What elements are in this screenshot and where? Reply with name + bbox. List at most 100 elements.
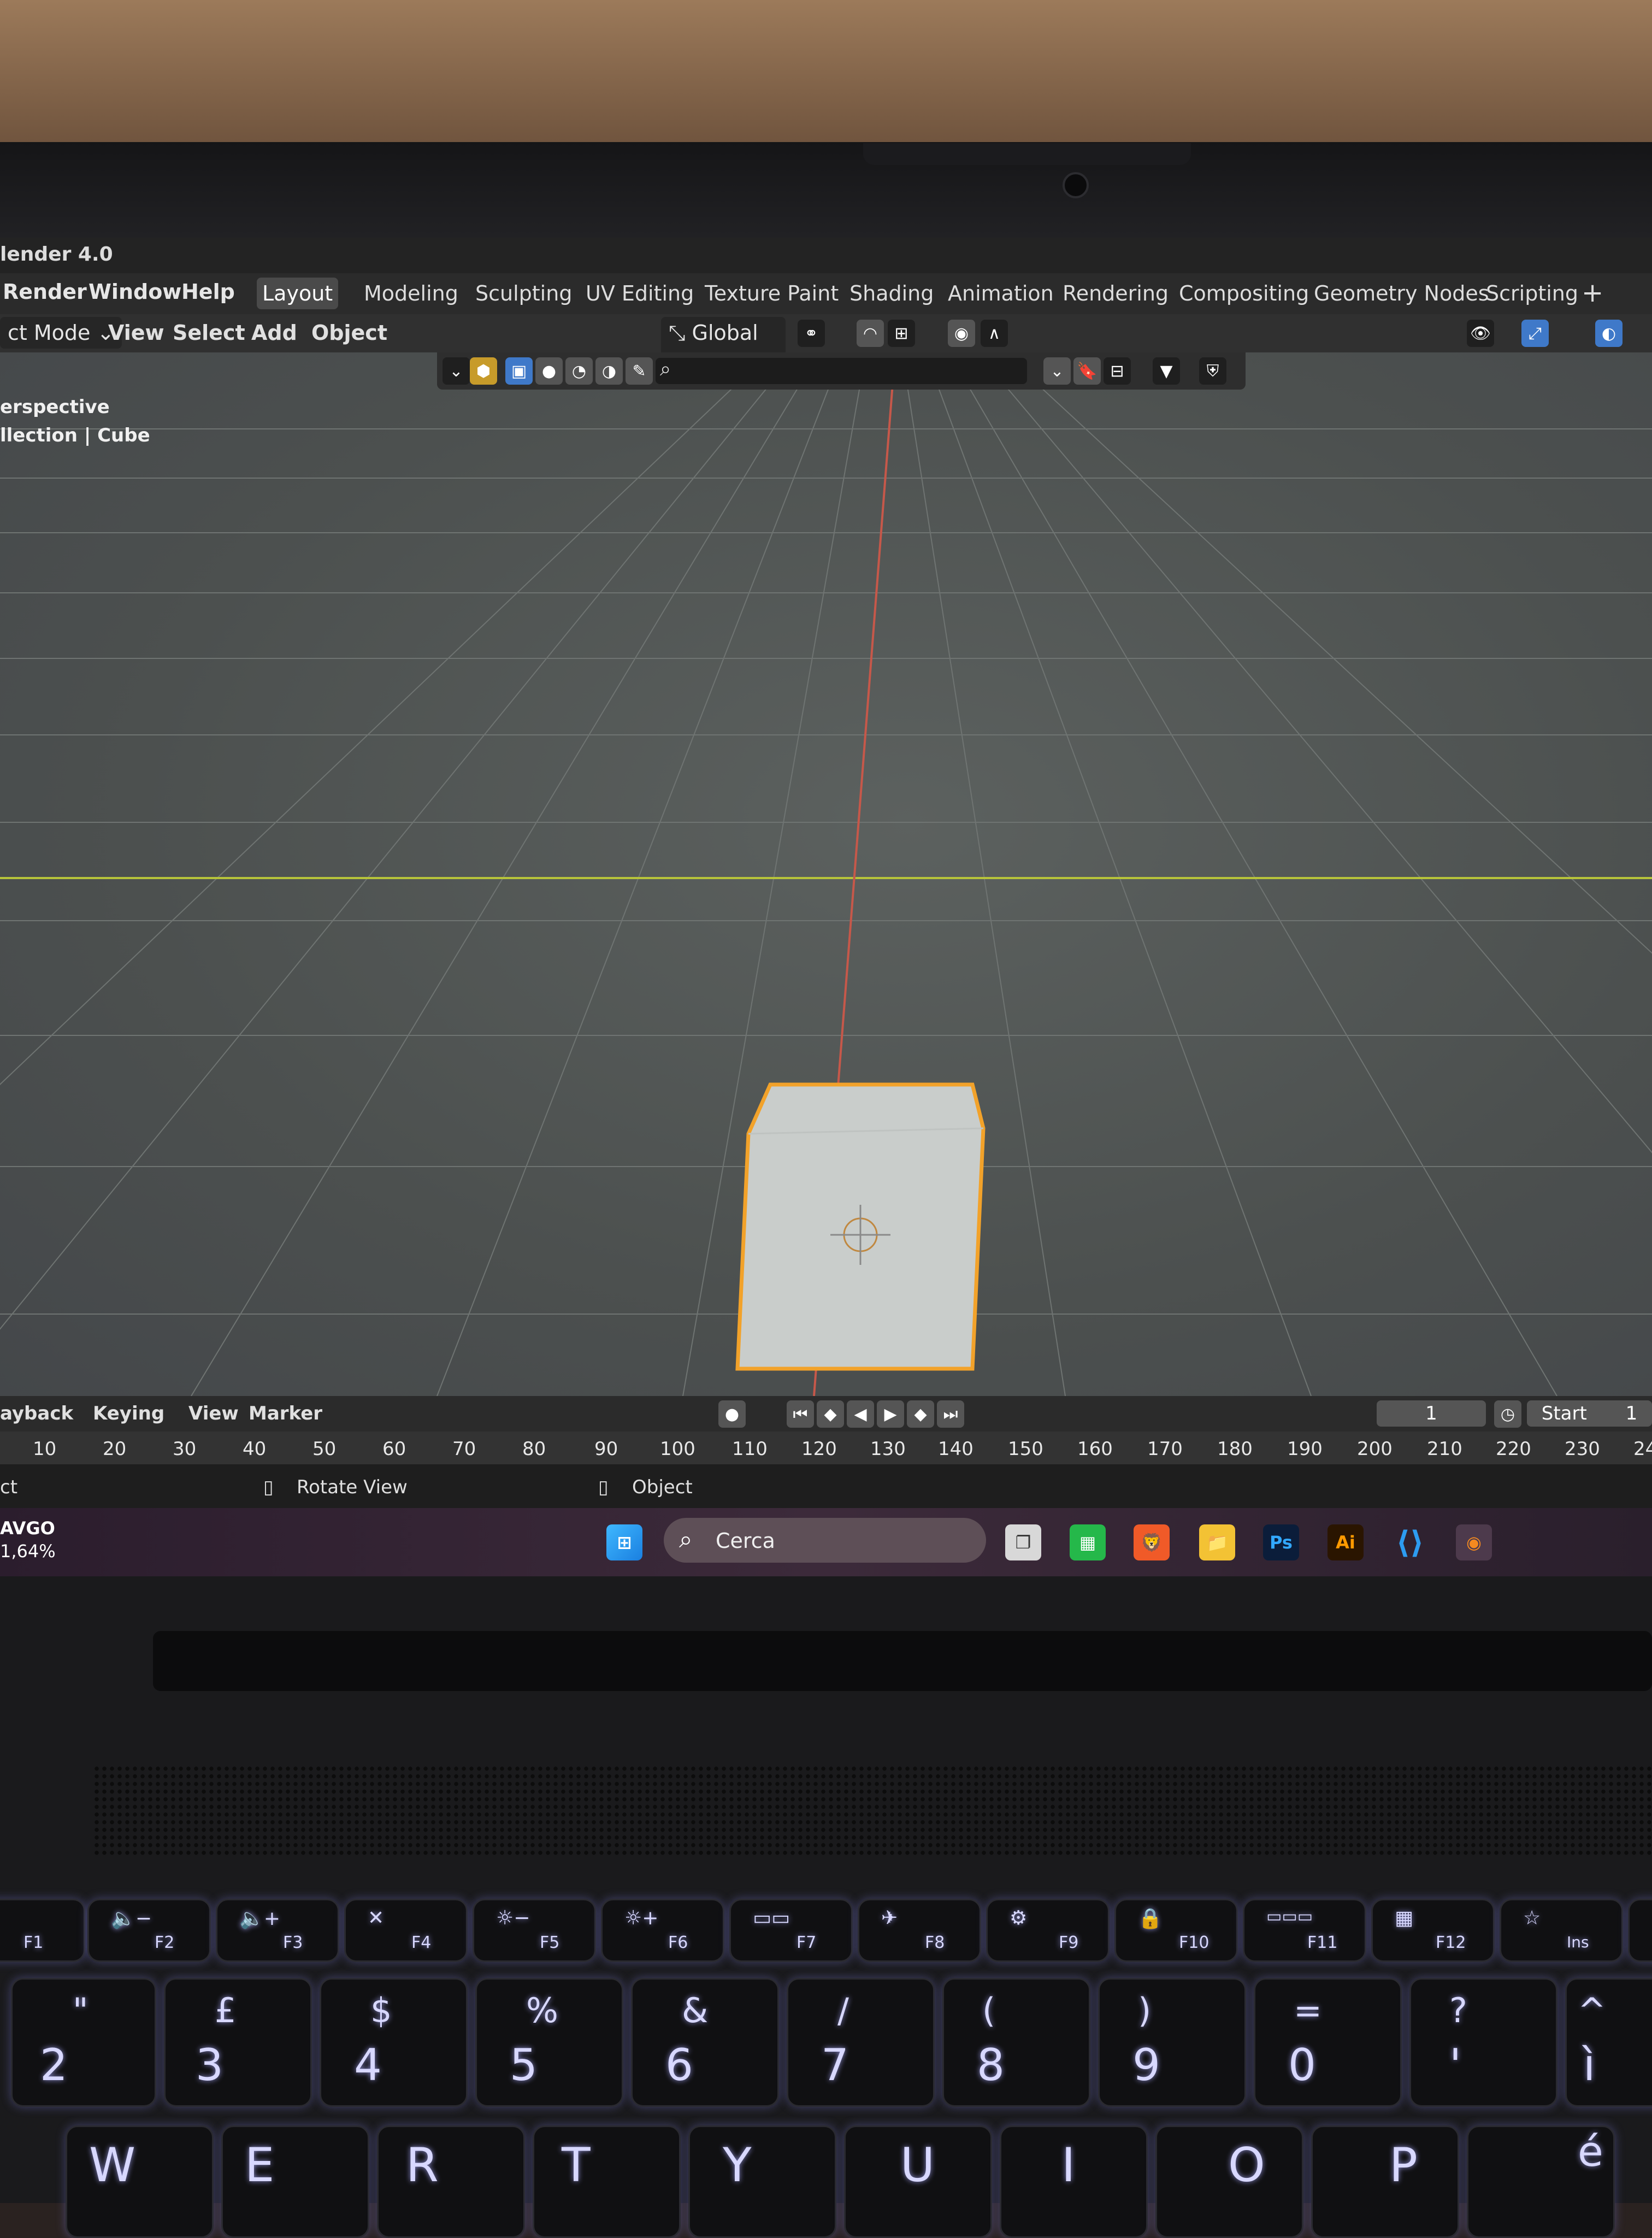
key-f3[interactable]: 🔈+ F3 (216, 1899, 339, 1962)
key-0[interactable]: = 0 (1254, 1978, 1402, 2107)
search-input[interactable]: ⌕ (656, 358, 1027, 384)
key-ins[interactable]: ☆ Ins (1500, 1899, 1623, 1962)
key-3[interactable]: £ 3 (164, 1978, 312, 2107)
menu-select[interactable]: Select (173, 321, 245, 345)
object-type-icon[interactable]: ⬢ (470, 357, 497, 385)
tab-texture-paint[interactable]: Texture Paint (699, 278, 844, 309)
tab-rendering[interactable]: Rendering (1057, 278, 1174, 309)
key-f12[interactable]: ▦ F12 (1371, 1899, 1495, 1962)
record-icon[interactable]: ● (718, 1400, 746, 1428)
key-f1[interactable]: F1 (0, 1899, 85, 1962)
pivot-icon[interactable]: ⚭ (798, 320, 825, 347)
add-workspace-button[interactable]: + (1582, 278, 1603, 308)
key-8[interactable]: ( 8 (942, 1978, 1090, 2107)
snap-target-icon[interactable]: ⊞ (888, 320, 915, 347)
tab-layout[interactable]: Layout (257, 278, 339, 309)
key-i[interactable]: I (1000, 2125, 1148, 2238)
snap-icon[interactable]: ◠ (857, 320, 884, 347)
hierarchy-icon[interactable]: ⊟ (1104, 357, 1131, 385)
key-f5[interactable]: ☼− F5 (473, 1899, 596, 1962)
task-view-icon[interactable]: ❐ (1005, 1524, 1041, 1560)
shading-material-icon[interactable]: ◔ (565, 357, 593, 385)
key-y[interactable]: Y (688, 2125, 836, 2238)
filter-restrict-icon[interactable]: ⌄ (1043, 357, 1071, 385)
filter-icon[interactable]: ▼ (1153, 357, 1180, 385)
key-e-acute[interactable]: é (1467, 2125, 1615, 2238)
select-box-icon[interactable]: ▣ (505, 357, 533, 385)
blender-icon[interactable]: ◉ (1456, 1524, 1492, 1560)
key-f6[interactable]: ☼+ F6 (601, 1899, 724, 1962)
key-apostrophe[interactable]: ? ' (1409, 1978, 1557, 2107)
proportional-edit-icon[interactable]: ◉ (948, 320, 975, 347)
shading-render-icon[interactable]: ◑ (595, 357, 623, 385)
key-6[interactable]: & 6 (631, 1978, 779, 2107)
chevron-down-icon[interactable]: ⌄ (442, 357, 470, 385)
tab-modeling[interactable]: Modeling (358, 278, 464, 309)
falloff-icon[interactable]: ∧ (981, 320, 1008, 347)
taskbar-search[interactable]: ⌕ Cerca (664, 1518, 986, 1563)
visibility-icon[interactable]: 👁 (1467, 320, 1494, 347)
windows-start-icon[interactable]: ⊞ (606, 1524, 642, 1560)
brush-icon[interactable]: ✎ (626, 357, 653, 385)
menu-add[interactable]: Add (251, 321, 297, 345)
jump-end-icon[interactable]: ⏭ (937, 1400, 964, 1428)
tab-sculpting[interactable]: Sculpting (470, 278, 577, 309)
tab-shading[interactable]: Shading (844, 278, 939, 309)
key-partial[interactable] (1628, 1899, 1652, 1962)
key-o[interactable]: O (1155, 2125, 1303, 2238)
menu-timeline-view[interactable]: View (188, 1403, 239, 1424)
menu-window[interactable]: Window (88, 280, 181, 304)
menu-view[interactable]: View (108, 321, 164, 345)
illustrator-icon[interactable]: Ai (1328, 1524, 1364, 1560)
key-i-grave[interactable]: ^ ì (1565, 1978, 1652, 2107)
key-f10[interactable]: 🔒 F10 (1114, 1899, 1238, 1962)
vscode-icon[interactable]: ⟨⟩ (1392, 1524, 1428, 1560)
key-2[interactable]: " 2 (11, 1978, 156, 2107)
clock-icon[interactable]: ◷ (1494, 1400, 1521, 1428)
cube[interactable] (716, 1063, 989, 1391)
key-f7[interactable]: ▭▭ F7 (729, 1899, 853, 1962)
key-r[interactable]: R (377, 2125, 525, 2238)
menu-help[interactable]: Help (181, 280, 235, 304)
menu-keying[interactable]: Keying (93, 1403, 164, 1424)
stock-ticker[interactable]: AVGO (0, 1518, 55, 1539)
mode-selector[interactable]: ct Mode ⌄ (0, 317, 122, 349)
overlay-icon[interactable]: ◐ (1595, 320, 1622, 347)
key-f2[interactable]: 🔈− F2 (87, 1899, 211, 1962)
tab-uv-editing[interactable]: UV Editing (580, 278, 699, 309)
bookmark-icon[interactable]: 🔖 (1073, 357, 1101, 385)
tab-scripting[interactable]: Scripting (1480, 278, 1584, 309)
file-explorer-icon[interactable]: 📁 (1199, 1524, 1235, 1560)
menu-render[interactable]: Render (3, 280, 87, 304)
key-u[interactable]: U (844, 2125, 992, 2238)
shield-icon[interactable]: ⛨ (1199, 357, 1226, 385)
key-f4[interactable]: ✕ F4 (344, 1899, 468, 1962)
menu-playback[interactable]: ayback (0, 1403, 73, 1424)
gizmo-icon[interactable]: ⤢ (1521, 320, 1549, 347)
widgets-app-icon[interactable]: ▦ (1070, 1524, 1106, 1560)
start-frame-field[interactable]: Start 1 (1527, 1400, 1652, 1427)
key-7[interactable]: / 7 (787, 1978, 935, 2107)
menu-object[interactable]: Object (311, 321, 387, 345)
key-p[interactable]: P (1311, 2125, 1459, 2238)
next-keyframe-icon[interactable]: ◆ (907, 1400, 934, 1428)
jump-start-icon[interactable]: ⏮ (787, 1400, 814, 1428)
key-9[interactable]: ) 9 (1098, 1978, 1246, 2107)
key-f9[interactable]: ⚙ F9 (986, 1899, 1110, 1962)
tab-compositing[interactable]: Compositing (1173, 278, 1314, 309)
key-w[interactable]: W (66, 2125, 214, 2238)
3d-viewport[interactable]: erspective llection | Cube (0, 352, 1652, 1396)
current-frame-field[interactable]: 1 (1377, 1400, 1486, 1427)
key-5[interactable]: % 5 (475, 1978, 623, 2107)
key-f11[interactable]: ▭▭▭ F11 (1243, 1899, 1366, 1962)
play-reverse-icon[interactable]: ◀ (847, 1400, 874, 1428)
prev-keyframe-icon[interactable]: ◆ (817, 1400, 844, 1428)
timeline-ruler[interactable]: 10 20 30 40 50 60 70 80 90 100 110 120 1… (0, 1432, 1652, 1464)
photoshop-icon[interactable]: Ps (1263, 1524, 1299, 1560)
key-t[interactable]: T (533, 2125, 681, 2238)
key-4[interactable]: $ 4 (320, 1978, 468, 2107)
tab-animation[interactable]: Animation (942, 278, 1059, 309)
tab-geometry-nodes[interactable]: Geometry Nodes (1308, 278, 1495, 309)
brave-browser-icon[interactable]: 🦁 (1134, 1524, 1170, 1560)
key-f8[interactable]: ✈ F8 (858, 1899, 981, 1962)
